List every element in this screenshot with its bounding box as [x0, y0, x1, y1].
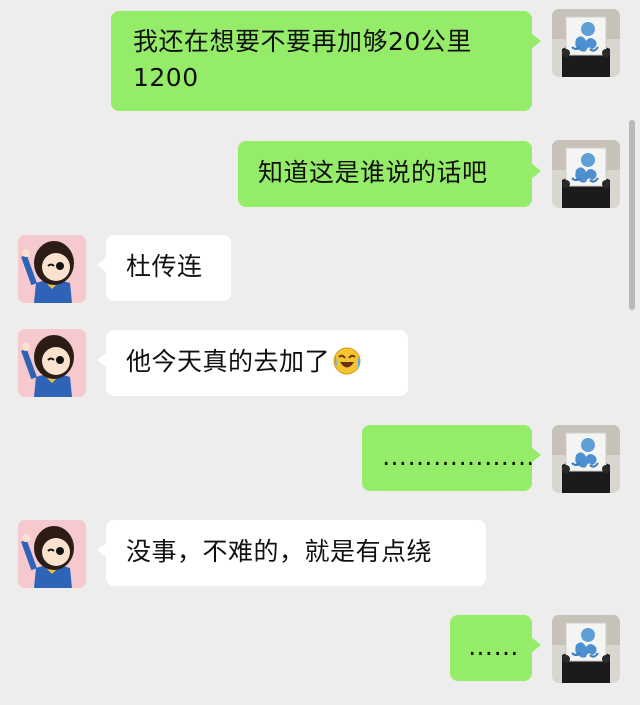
- contact-avatar[interactable]: [18, 235, 86, 303]
- message-text-line: 我还在想要不要再加够20公里: [133, 27, 472, 56]
- message-text: 知道这是谁说的话吧: [258, 158, 488, 187]
- octopus-drawing-avatar-icon: [552, 615, 620, 683]
- contact-avatar[interactable]: [18, 520, 86, 588]
- message-text: 杜传连: [126, 252, 203, 281]
- message-bubble-outgoing[interactable]: 我还在想要不要再加够20公里 1200: [111, 11, 541, 111]
- message-text: ………………: [382, 442, 535, 471]
- message-bubble-incoming[interactable]: 杜传连: [97, 235, 231, 301]
- octopus-drawing-avatar-icon: [552, 425, 620, 493]
- message-bubble-incoming[interactable]: 他今天真的去加了: [97, 330, 408, 396]
- message-text: 他今天真的去加了: [126, 347, 331, 376]
- message-text: 没事，不难的，就是有点绕: [126, 537, 433, 566]
- cartoon-girl-avatar-icon: [18, 520, 86, 588]
- octopus-drawing-avatar-icon: [552, 9, 620, 77]
- message-bubble-outgoing[interactable]: 知道这是谁说的话吧: [238, 141, 541, 207]
- self-avatar[interactable]: [552, 9, 620, 77]
- laughing-crying-emoji-icon: [332, 346, 362, 376]
- self-avatar[interactable]: [552, 140, 620, 208]
- scrollbar[interactable]: [629, 120, 635, 310]
- self-avatar[interactable]: [552, 615, 620, 683]
- message-text: ……: [468, 632, 519, 661]
- chat-area: 我还在想要不要再加够20公里 1200 知道这是谁说的话吧 杜传连 他今天真的去…: [0, 0, 640, 705]
- message-bubble-outgoing[interactable]: ……: [450, 615, 541, 681]
- message-bubble-incoming[interactable]: 没事，不难的，就是有点绕: [97, 520, 486, 586]
- message-bubble-outgoing[interactable]: ………………: [362, 425, 541, 491]
- message-text-line: 1200: [133, 63, 199, 92]
- cartoon-girl-avatar-icon: [18, 329, 86, 397]
- cartoon-girl-avatar-icon: [18, 235, 86, 303]
- self-avatar[interactable]: [552, 425, 620, 493]
- contact-avatar[interactable]: [18, 329, 86, 397]
- octopus-drawing-avatar-icon: [552, 140, 620, 208]
